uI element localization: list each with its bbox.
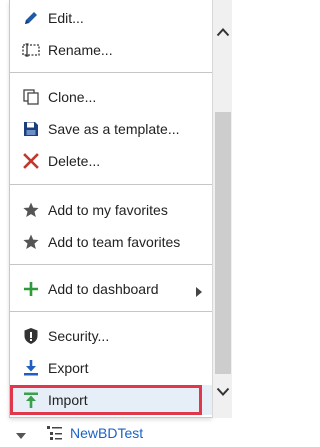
export-icon bbox=[22, 359, 40, 377]
submenu-arrow-icon bbox=[195, 284, 203, 297]
collapse-triangle-icon[interactable] bbox=[16, 428, 26, 439]
menu-item-label: Delete... bbox=[48, 153, 101, 169]
shield-icon bbox=[22, 327, 40, 345]
scrollbar-thumb[interactable] bbox=[215, 112, 231, 374]
menu-item-label: Add to dashboard bbox=[48, 281, 159, 297]
menu-item-clone[interactable]: Clone... bbox=[10, 82, 213, 112]
menu-separator bbox=[10, 264, 213, 265]
menu-item-add-to-my-favorites[interactable]: Add to my favorites bbox=[10, 195, 213, 225]
scroll-up-chevron-icon[interactable] bbox=[213, 20, 233, 44]
menu-item-import[interactable]: Import bbox=[10, 385, 213, 415]
menu-item-edit[interactable]: Edit... bbox=[10, 3, 213, 33]
tree-item-row[interactable]: NewBDTest bbox=[0, 422, 241, 444]
menu-item-add-to-dashboard[interactable]: Add to dashboard bbox=[10, 274, 213, 304]
menu-item-add-to-team-favorites[interactable]: Add to team favorites bbox=[10, 227, 213, 257]
context-menu: Edit... Rename... Clone... Save as a tem… bbox=[9, 0, 213, 418]
star-icon bbox=[22, 233, 40, 251]
menu-scrollbar[interactable] bbox=[212, 0, 232, 418]
menu-separator bbox=[10, 311, 213, 312]
menu-separator bbox=[10, 184, 213, 185]
menu-item-save-as-template[interactable]: Save as a template... bbox=[10, 114, 213, 144]
menu-item-security[interactable]: Security... bbox=[10, 321, 213, 351]
menu-item-rename[interactable]: Rename... bbox=[10, 35, 213, 65]
menu-item-label: Rename... bbox=[48, 42, 113, 58]
scroll-down-chevron-icon[interactable] bbox=[213, 380, 233, 404]
rename-icon bbox=[22, 41, 40, 59]
plus-icon bbox=[22, 280, 40, 298]
star-icon bbox=[22, 201, 40, 219]
menu-item-export[interactable]: Export bbox=[10, 353, 213, 383]
import-icon bbox=[22, 391, 40, 409]
menu-item-delete[interactable]: Delete... bbox=[10, 146, 213, 176]
menu-item-label: Edit... bbox=[48, 10, 84, 26]
pencil-icon bbox=[22, 9, 40, 27]
menu-item-label: Add to my favorites bbox=[48, 202, 168, 218]
menu-item-label: Clone... bbox=[48, 89, 97, 105]
menu-item-label: Export bbox=[48, 360, 89, 376]
menu-item-label: Add to team favorites bbox=[48, 234, 181, 250]
clone-icon bbox=[22, 88, 40, 106]
tree-item-label[interactable]: NewBDTest bbox=[70, 425, 143, 441]
menu-item-label: Save as a template... bbox=[48, 121, 180, 137]
query-tree-icon bbox=[46, 424, 64, 442]
menu-separator bbox=[10, 72, 213, 73]
save-icon bbox=[22, 120, 40, 138]
delete-x-icon bbox=[22, 152, 40, 170]
menu-item-label: Import bbox=[48, 392, 88, 408]
menu-item-label: Security... bbox=[48, 328, 110, 344]
